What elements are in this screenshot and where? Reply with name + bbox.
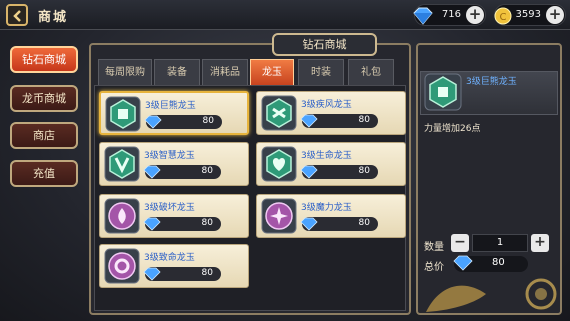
wisdom-dragon-jade-icon bbox=[104, 146, 140, 182]
quantity-label: 数量 bbox=[424, 242, 444, 253]
diamond-icon bbox=[300, 114, 318, 128]
sidebar-item-dragon-coin-shop[interactable]: 龙币商城 bbox=[10, 85, 78, 112]
diamond-icon bbox=[143, 217, 161, 231]
item-name: 3级魔力龙玉 bbox=[301, 203, 352, 213]
life-dragon-jade-icon bbox=[261, 146, 297, 182]
detail-item-name: 3级巨熊龙玉 bbox=[466, 77, 517, 87]
sidebar-item-recharge[interactable]: 充值 bbox=[10, 160, 78, 187]
diamond-icon bbox=[144, 115, 162, 129]
quantity-increase-button[interactable]: + bbox=[531, 234, 549, 252]
gold-counter: C 3593 + bbox=[494, 4, 566, 26]
magic-dragon-jade-icon bbox=[261, 198, 297, 234]
diamond-icon bbox=[143, 267, 161, 281]
tab-dragon-jade[interactable]: 龙玉 bbox=[250, 59, 294, 85]
item-price: 80 bbox=[143, 165, 221, 179]
item-price: 80 bbox=[300, 217, 378, 231]
tab-consumables[interactable]: 消耗品 bbox=[202, 59, 248, 85]
item-price: 80 bbox=[300, 165, 378, 179]
shop-panel-title: 钻石商城 bbox=[272, 33, 377, 56]
item-price-value: 80 bbox=[202, 116, 214, 126]
tab-gift-pack[interactable]: 礼包 bbox=[348, 59, 394, 85]
diamond-counter: 716 + bbox=[413, 4, 486, 26]
item-name: 3级致命龙玉 bbox=[144, 253, 195, 263]
shop-item-card[interactable]: 3级破坏龙玉 80 bbox=[99, 194, 249, 238]
wind-dragon-jade-icon bbox=[261, 95, 297, 131]
item-price: 80 bbox=[144, 115, 222, 129]
gold-amount: 3593 bbox=[515, 9, 541, 20]
item-name: 3级破坏龙玉 bbox=[144, 203, 195, 213]
diamond-icon bbox=[453, 255, 473, 271]
diamond-icon bbox=[143, 165, 161, 179]
item-price: 80 bbox=[143, 217, 221, 231]
item-price-value: 80 bbox=[358, 218, 370, 228]
gold-coin-icon: C bbox=[494, 7, 512, 25]
quantity-field[interactable]: 1 bbox=[472, 234, 528, 252]
tab-weekly-limit[interactable]: 每周限购 bbox=[98, 59, 152, 85]
shop-item-card[interactable]: 3级魔力龙玉 80 bbox=[256, 194, 406, 238]
tab-equipment[interactable]: 装备 bbox=[154, 59, 200, 85]
add-diamond-button[interactable]: + bbox=[466, 6, 484, 24]
lethal-dragon-jade-icon bbox=[104, 248, 140, 284]
shop-item-card[interactable]: 3级巨熊龙玉 80 bbox=[99, 91, 249, 135]
total-price: 80 bbox=[453, 255, 528, 272]
item-price-value: 80 bbox=[358, 166, 370, 176]
shop-item-card[interactable]: 3级疾风龙玉 80 bbox=[256, 91, 406, 135]
page-title: 商城 bbox=[38, 10, 69, 25]
bear-dragon-jade-icon bbox=[424, 73, 462, 111]
item-price-value: 80 bbox=[201, 218, 213, 228]
top-bar: 商城 716 + C 3593 + bbox=[0, 0, 570, 30]
svg-text:C: C bbox=[500, 12, 507, 23]
total-price-label: 总价 bbox=[424, 262, 444, 273]
item-name: 3级生命龙玉 bbox=[301, 151, 352, 161]
quantity-decrease-button[interactable]: − bbox=[451, 234, 469, 252]
tab-fashion[interactable]: 时装 bbox=[298, 59, 344, 85]
item-price-value: 80 bbox=[201, 166, 213, 176]
item-price: 80 bbox=[143, 267, 221, 281]
bear-dragon-jade-icon bbox=[105, 96, 141, 132]
shop-item-card[interactable]: 3级生命龙玉 80 bbox=[256, 142, 406, 186]
back-button[interactable] bbox=[6, 4, 28, 26]
shop-item-card[interactable]: 3级致命龙玉 80 bbox=[99, 244, 249, 288]
detail-item-description: 力量增加26点 bbox=[424, 124, 481, 134]
add-gold-button[interactable]: + bbox=[546, 6, 564, 24]
item-price: 80 bbox=[300, 114, 378, 128]
destruction-dragon-jade-icon bbox=[104, 198, 140, 234]
shop-item-card[interactable]: 3级智慧龙玉 80 bbox=[99, 142, 249, 186]
total-price-value: 80 bbox=[492, 257, 505, 268]
item-price-value: 80 bbox=[358, 115, 370, 125]
diamond-amount: 716 bbox=[441, 9, 461, 20]
item-name: 3级巨熊龙玉 bbox=[145, 101, 196, 111]
sidebar-item-diamond-shop[interactable]: 钻石商城 bbox=[10, 46, 78, 73]
game-logo-watermark bbox=[426, 278, 557, 312]
sidebar-item-store[interactable]: 商店 bbox=[10, 122, 78, 149]
item-name: 3级疾风龙玉 bbox=[301, 100, 352, 110]
diamond-icon bbox=[300, 217, 318, 231]
item-price-value: 80 bbox=[201, 268, 213, 278]
diamond-icon bbox=[413, 7, 433, 25]
diamond-icon bbox=[300, 165, 318, 179]
back-arrow-icon bbox=[13, 10, 21, 22]
item-name: 3级智慧龙玉 bbox=[144, 151, 195, 161]
